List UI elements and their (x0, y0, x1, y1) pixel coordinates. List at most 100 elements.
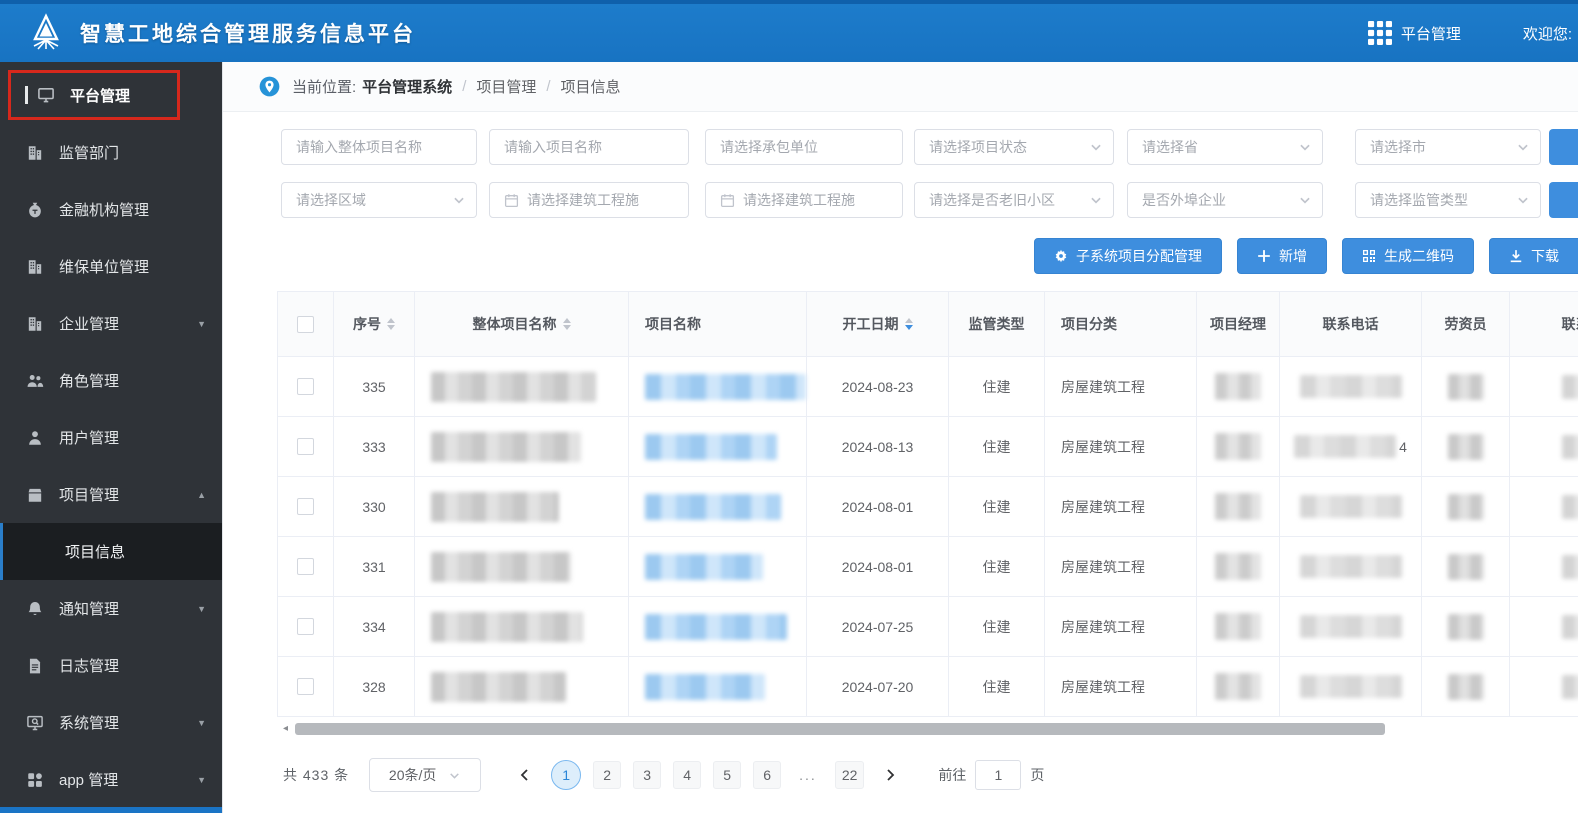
sidebar-bottom-strip (0, 807, 222, 813)
page-ellipsis[interactable]: ... (793, 761, 823, 789)
app-root: 智慧工地综合管理服务信息平台 平台管理 欢迎您: 平台管理 监管部门 金融机构管理维… (0, 0, 1578, 813)
sidebar-item-regulator[interactable]: 监管部门 (0, 124, 222, 181)
goto-page-input[interactable] (975, 760, 1022, 790)
column-header-select[interactable] (278, 292, 334, 356)
qrcode-button[interactable]: 生成二维码 (1342, 238, 1474, 274)
page-button-5[interactable]: 5 (713, 761, 742, 789)
chevron-down-icon (452, 193, 466, 207)
app-icon (26, 771, 44, 789)
project-name-cell (629, 417, 807, 476)
redacted-phone2 (1561, 434, 1578, 459)
project-name-cell (629, 357, 807, 416)
text-input-filter-0[interactable]: 请输入整体项目名称 (281, 129, 477, 165)
redacted-project-name-link[interactable] (645, 433, 777, 460)
column-label: 开工日期 (842, 316, 899, 332)
row-checkbox[interactable] (297, 498, 314, 515)
sidebar-item-project[interactable]: 项目管理 ▲ (0, 466, 222, 523)
redacted-project-name-link[interactable] (645, 613, 787, 640)
sidebar-item-platform[interactable]: 平台管理 (8, 70, 180, 120)
date-picker-filter-2[interactable]: 请选择建筑工程施 (705, 182, 903, 218)
row-checkbox[interactable] (297, 558, 314, 575)
breadcrumb: 当前位置: 平台管理系统 / 项目管理 / 项目信息 (223, 62, 1578, 112)
column-header-overall-name[interactable]: 整体项目名称 (415, 292, 629, 356)
row-checkbox[interactable] (297, 438, 314, 455)
download-button[interactable]: 下载 (1489, 238, 1578, 274)
page-button-4[interactable]: 4 (673, 761, 702, 789)
goto-label: 前往 (938, 767, 967, 783)
select-filter-4[interactable]: 是否外埠企业 (1127, 182, 1323, 218)
add-button[interactable]: 新增 (1237, 238, 1327, 274)
prev-page-button[interactable] (511, 761, 539, 789)
select-all-checkbox[interactable] (297, 315, 314, 333)
pagination: 共 433 条 20条/页 123456... 22 前往 页 (283, 757, 1578, 793)
sidebar-item-app[interactable]: app 管理 ▼ (0, 751, 222, 808)
row-checkbox[interactable] (297, 378, 314, 395)
building-icon (26, 315, 44, 333)
sidebar-item-enterprise[interactable]: 企业管理 ▼ (0, 295, 222, 352)
sidebar-item-finance[interactable]: 金融机构管理 (0, 181, 222, 238)
sidebar-subitem-label: 项目信息 (65, 544, 126, 561)
redacted-manager (1215, 493, 1261, 520)
page-size-select[interactable]: 20条/页 (369, 758, 482, 792)
scrollbar-thumb[interactable] (295, 723, 1385, 735)
start-date-cell: 2024-08-01 (807, 477, 949, 536)
app-logo-icon (26, 13, 66, 53)
monitor-icon (37, 86, 55, 104)
row-checkbox[interactable] (297, 678, 314, 695)
table-row: 333 2024-08-13 住建 房屋建筑工程 4 (278, 417, 1578, 477)
page-button-3[interactable]: 3 (633, 761, 662, 789)
row-checkbox[interactable] (297, 618, 314, 635)
sidebar-item-maintenance[interactable]: 维保单位管理 (0, 238, 222, 295)
sidebar-item-label: 用户管理 (59, 430, 120, 447)
search-button-clipped[interactable] (1549, 129, 1578, 165)
chevron-down-icon (1516, 193, 1530, 207)
moneybag-icon (26, 201, 44, 219)
redacted-manager (1215, 553, 1261, 580)
page-button-2[interactable]: 2 (593, 761, 622, 789)
select-filter-5[interactable]: 请选择市 (1355, 129, 1541, 165)
sort-icons (387, 318, 395, 330)
page-button-1[interactable]: 1 (551, 760, 582, 790)
sidebar-item-user[interactable]: 用户管理 (0, 409, 222, 466)
redacted-project-name-link[interactable] (645, 373, 806, 400)
scroll-left-arrow-icon[interactable]: ◂ (283, 723, 288, 735)
select-filter-3[interactable]: 请选择是否老旧小区 (914, 182, 1114, 218)
column-header-start-date[interactable]: 开工日期 (807, 292, 949, 356)
redacted-phone2 (1561, 374, 1578, 399)
breadcrumb-level2[interactable]: 项目管理 (476, 76, 536, 97)
select-filter-0[interactable]: 请选择区域 (281, 182, 477, 218)
sidebar-subitem-project-info[interactable]: 项目信息 (0, 523, 222, 580)
select-filter-5[interactable]: 请选择监管类型 (1355, 182, 1541, 218)
redacted-project-name-link[interactable] (645, 553, 763, 580)
column-header-seq[interactable]: 序号 (334, 292, 415, 356)
sidebar-item-log[interactable]: 日志管理 (0, 637, 222, 694)
button-label: 下载 (1531, 248, 1559, 264)
sidebar: 平台管理 监管部门 金融机构管理 维保单位管理 企业管理 ▼ 角色管理用户管理项目管理 ▲ 项目… (0, 62, 222, 813)
sidebar-item-notice[interactable]: 通知管理 ▼ (0, 580, 222, 637)
select-filter-4[interactable]: 请选择省 (1127, 129, 1323, 165)
sidebar-item-system[interactable]: 系统管理 ▼ (0, 694, 222, 751)
text-input-filter-1[interactable]: 请输入项目名称 (489, 129, 689, 165)
redacted-project-name-link[interactable] (645, 493, 781, 520)
next-page-button[interactable] (876, 761, 904, 789)
seq-cell: 330 (334, 477, 415, 536)
page-button-22[interactable]: 22 (834, 761, 865, 789)
chevron-up-icon: ▲ (197, 489, 206, 500)
chevron-down-icon: ▼ (197, 603, 206, 614)
breadcrumb-root[interactable]: 平台管理系统 (362, 76, 452, 97)
toolbar: 子系统项目分配管理 新增 生成二维码 下载 (277, 238, 1578, 274)
select-filter-3[interactable]: 请选择项目状态 (914, 129, 1114, 165)
category-cell: 房屋建筑工程 (1045, 537, 1197, 596)
page-button-6[interactable]: 6 (753, 761, 782, 789)
goto-page: 前往 页 (938, 760, 1044, 790)
chevron-down-icon: ▼ (197, 717, 206, 728)
date-picker-filter-1[interactable]: 请选择建筑工程施 (489, 182, 689, 218)
sidebar-item-role[interactable]: 角色管理 (0, 352, 222, 409)
redacted-project-name-link[interactable] (645, 673, 765, 700)
search-button-clipped[interactable] (1549, 182, 1578, 218)
subsystem-assign-button[interactable]: 子系统项目分配管理 (1034, 238, 1222, 274)
select-filter-2[interactable]: 请选择承包单位 (705, 129, 903, 165)
placeholder-text: 请选择区域 (296, 192, 366, 208)
platform-nav-tab[interactable]: 平台管理 (1367, 21, 1461, 45)
manager-cell (1197, 357, 1280, 416)
